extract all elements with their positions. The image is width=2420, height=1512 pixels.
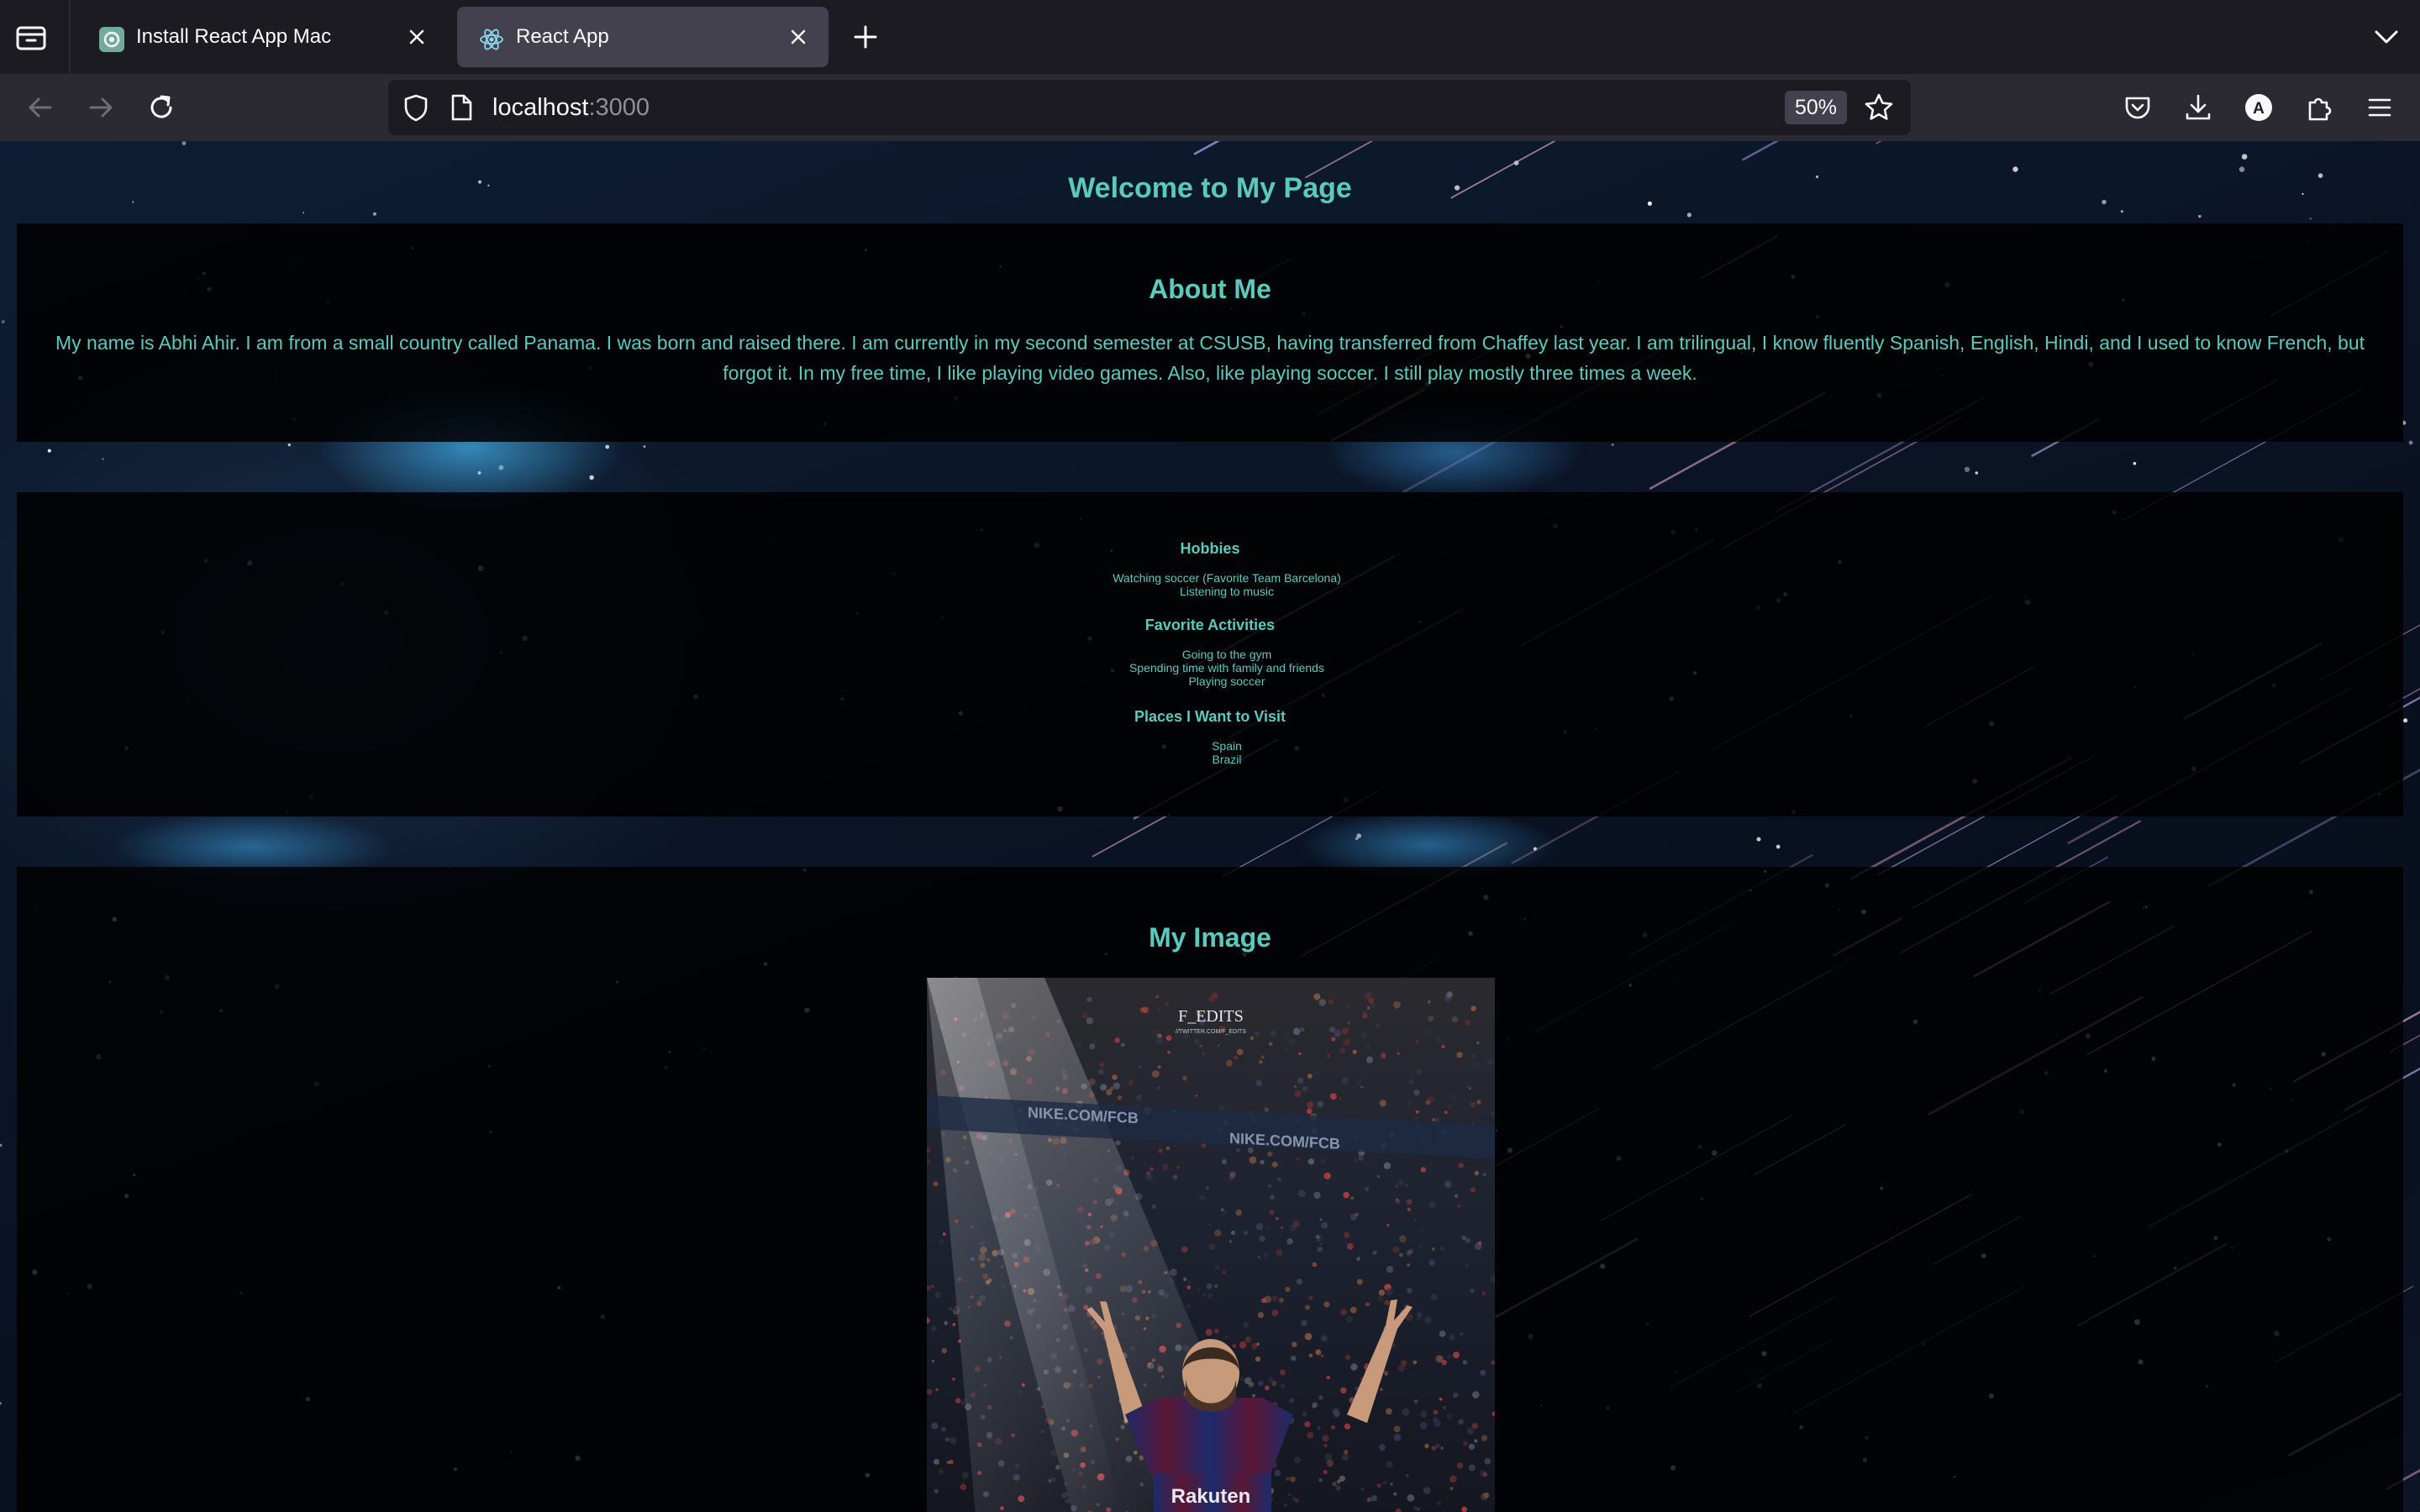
page-content: Welcome to My Page About Me My name is A… bbox=[0, 141, 2420, 1512]
list-item: Spain bbox=[1212, 739, 1242, 753]
about-heading: About Me bbox=[1149, 274, 1271, 304]
list-item: Spending time with family and friends bbox=[1129, 661, 1324, 675]
hobbies-group: Hobbies Watching soccer (Favorite Team B… bbox=[17, 539, 2403, 598]
new-tab-icon[interactable] bbox=[849, 20, 882, 54]
list-item: Going to the gym bbox=[1181, 648, 1272, 661]
watermark-subtext: //TWITTER.COM/F_EDITS bbox=[1176, 1029, 1246, 1035]
bookmark-star-icon[interactable] bbox=[1862, 91, 1896, 124]
hobbies-list: Watching soccer (Favorite Team Barcelona… bbox=[17, 571, 2403, 598]
url-port: :3000 bbox=[588, 94, 650, 121]
places-list: Spain Brazil bbox=[17, 739, 2403, 766]
close-tab-icon[interactable] bbox=[786, 25, 810, 49]
address-bar[interactable]: localhost:3000 50% bbox=[388, 80, 1911, 135]
about-section: About Me My name is Abhi Ahir. I am from… bbox=[17, 223, 2403, 442]
activities-list: Going to the gym Spending time with fami… bbox=[17, 648, 2403, 688]
chevron-down-icon[interactable] bbox=[2370, 24, 2403, 50]
image-heading: My Image bbox=[1149, 922, 1271, 953]
watermark-text: F_EDITS bbox=[1178, 1007, 1244, 1026]
zoom-level-button[interactable]: 50% bbox=[1785, 91, 1848, 124]
about-text: My name is Abhi Ahir. I am from a small … bbox=[55, 332, 2365, 384]
url-host: localhost bbox=[492, 94, 589, 121]
jersey-sponsor-text: Rakuten bbox=[1171, 1485, 1251, 1508]
shield-icon[interactable] bbox=[400, 92, 432, 123]
navigation-toolbar: localhost:3000 50% A bbox=[0, 74, 2420, 141]
activities-group: Favorite Activities Going to the gym Spe… bbox=[17, 616, 2403, 688]
firefox-view-icon[interactable] bbox=[15, 22, 49, 52]
list-item: Watching soccer (Favorite Team Barcelona… bbox=[1113, 571, 1341, 585]
page-title: Welcome to My Page bbox=[1068, 172, 1352, 204]
account-avatar-icon[interactable]: A bbox=[2242, 91, 2275, 124]
tab-react-app[interactable]: React App bbox=[457, 7, 829, 67]
close-tab-icon[interactable] bbox=[405, 25, 429, 49]
soccer-player-photo: NIKE.COM/FCB NIKE.COM/FCB F_EDITS //TWIT… bbox=[927, 978, 1495, 1512]
reload-icon[interactable] bbox=[143, 89, 180, 126]
page-icon[interactable] bbox=[447, 92, 476, 123]
downloads-icon[interactable] bbox=[2181, 91, 2215, 124]
pocket-icon[interactable] bbox=[2121, 91, 2154, 124]
hobbies-heading: Hobbies bbox=[1180, 540, 1240, 557]
chatgpt-icon bbox=[99, 27, 124, 52]
list-item: Brazil bbox=[1212, 753, 1242, 766]
image-section: My Image NIKE.COM/FCB NIKE.COM/FCB F_EDI… bbox=[17, 867, 2403, 1512]
places-heading: Places I Want to Visit bbox=[1134, 708, 1286, 725]
list-item: Playing soccer bbox=[1188, 675, 1265, 688]
back-arrow-icon[interactable] bbox=[22, 89, 59, 126]
react-icon bbox=[479, 27, 504, 52]
activities-heading: Favorite Activities bbox=[1144, 617, 1276, 633]
tab-title: React App bbox=[516, 25, 609, 48]
tab-strip: Install React App Mac React App bbox=[0, 0, 2420, 74]
forward-arrow-icon[interactable] bbox=[82, 89, 119, 126]
lists-section: Hobbies Watching soccer (Favorite Team B… bbox=[17, 492, 2403, 816]
tab-title: Install React App Mac bbox=[136, 25, 332, 48]
tab-install-react-app-mac[interactable]: Install React App Mac bbox=[77, 7, 447, 67]
hamburger-menu-icon[interactable] bbox=[2363, 91, 2396, 124]
svg-text:A: A bbox=[2253, 100, 2265, 118]
tab-separator bbox=[69, 0, 71, 74]
list-item: Listening to music bbox=[1179, 585, 1275, 598]
url-text[interactable]: localhost:3000 bbox=[492, 93, 650, 122]
places-group: Places I Want to Visit Spain Brazil bbox=[17, 707, 2403, 766]
extensions-icon[interactable] bbox=[2302, 91, 2336, 124]
